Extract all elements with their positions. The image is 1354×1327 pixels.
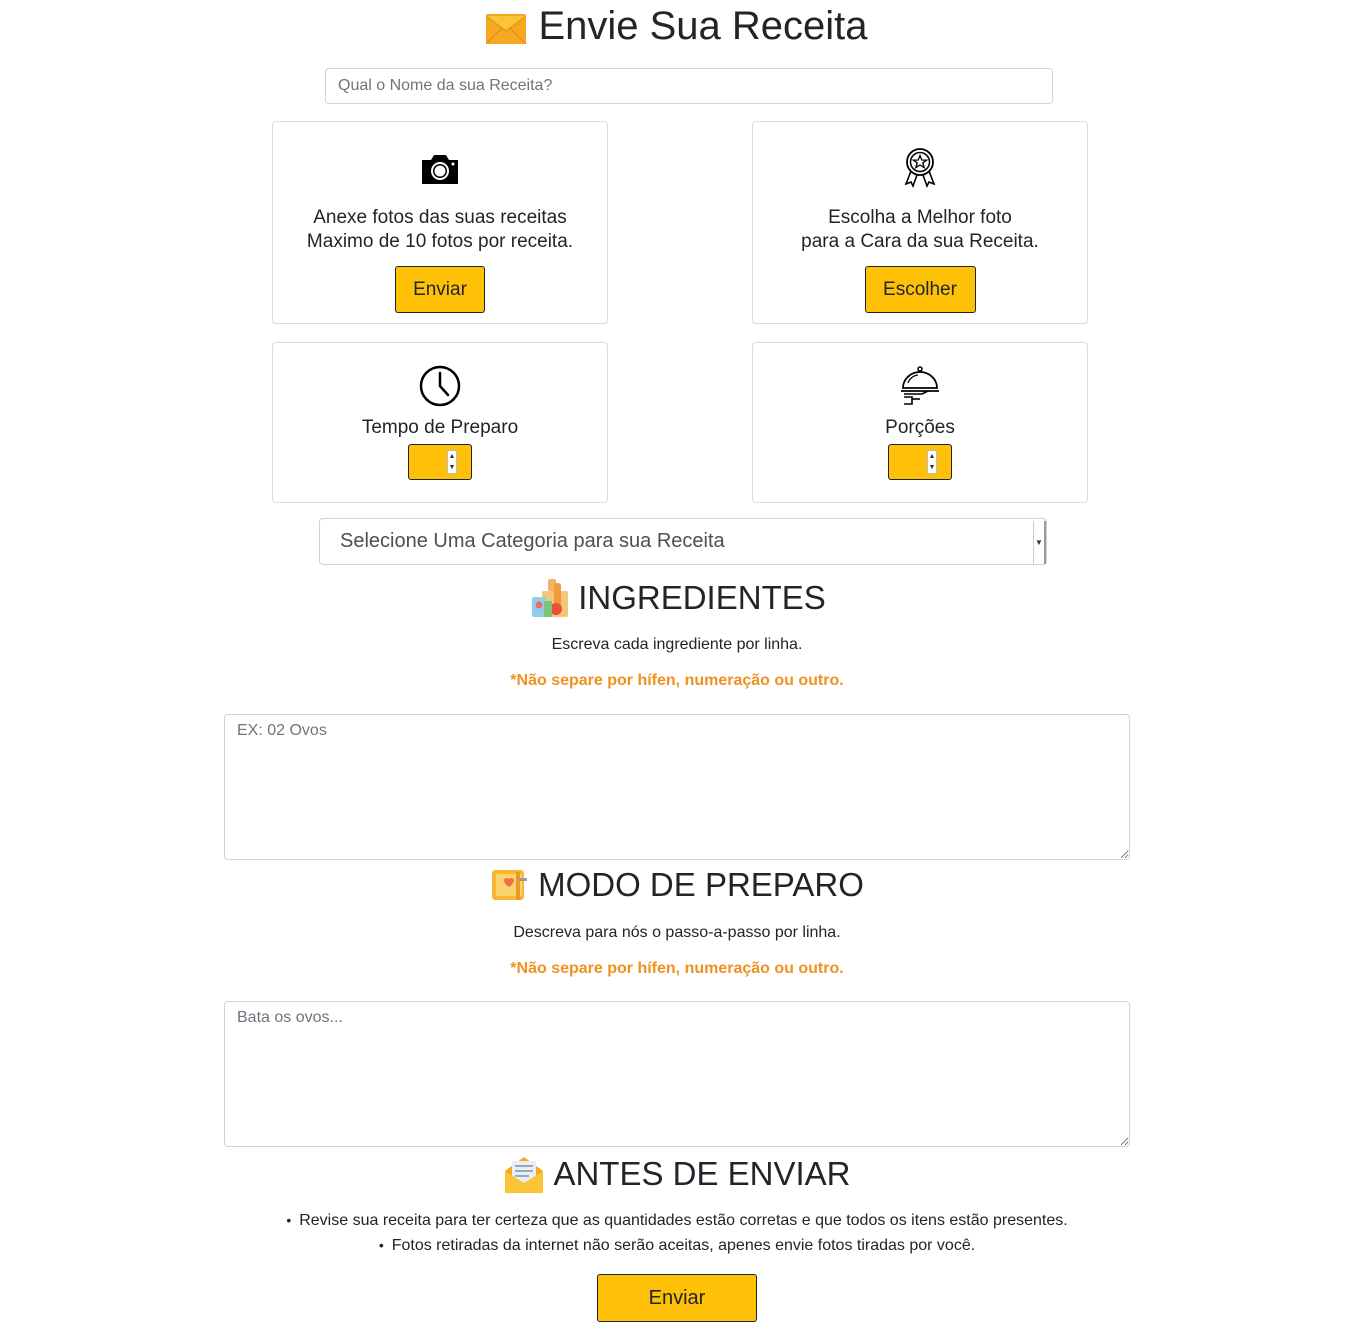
before-send-heading: ANTES DE ENVIAR xyxy=(553,1155,851,1192)
tip-item: Fotos retiradas da internet não serão ac… xyxy=(0,1233,1354,1258)
before-send-heading-row: ANTES DE ENVIAR xyxy=(0,1152,1354,1196)
prep-time-card: Tempo de Preparo ▲ ▼ xyxy=(272,342,608,503)
best-photo-card: Escolha a Melhor foto para a Cara da sua… xyxy=(752,121,1088,324)
stepper-arrows-icon[interactable]: ▲ ▼ xyxy=(447,450,457,474)
stepper-arrows-icon[interactable]: ▲ ▼ xyxy=(927,450,937,474)
prep-time-stepper[interactable]: ▲ ▼ xyxy=(408,444,472,480)
best-photo-text-line1: Escolha a Melhor foto xyxy=(828,207,1012,228)
ingredients-warning: *Não separe por hífen, numeração ou outr… xyxy=(510,672,844,689)
best-photo-text-line2: para a Cara da sua Receita. xyxy=(801,231,1039,252)
submit-button[interactable]: Enviar xyxy=(597,1274,757,1322)
page-title-row: Envie Sua Receita xyxy=(0,2,1354,50)
photos-text-line2: Maximo de 10 fotos por receita. xyxy=(306,231,574,252)
award-ribbon-icon xyxy=(904,148,936,189)
page-title: Envie Sua Receita xyxy=(538,3,868,48)
method-textarea[interactable] xyxy=(224,1001,1130,1147)
portions-label: Porções xyxy=(885,417,955,438)
ingredients-instruction: Escreva cada ingrediente por linha. xyxy=(551,636,803,653)
ingredients-heading: INGREDIENTES xyxy=(578,579,826,616)
recipe-book-icon xyxy=(492,870,528,900)
photos-card: Anexe fotos das suas receitas Maximo de … xyxy=(272,121,608,324)
portions-stepper[interactable]: ▲ ▼ xyxy=(888,444,952,480)
camera-icon xyxy=(422,155,458,184)
envelope-icon xyxy=(486,14,527,44)
method-heading: MODO DE PREPARO xyxy=(538,866,864,903)
portions-card: Porções ▲ ▼ xyxy=(752,342,1088,503)
method-instruction: Descreva para nós o passo-a-passo por li… xyxy=(513,924,841,941)
category-selected-text: Selecione Uma Categoria para sua Receita xyxy=(340,530,725,552)
method-warning: *Não separe por hífen, numeração ou outr… xyxy=(510,960,844,977)
photos-text-line1: Anexe fotos das suas receitas xyxy=(313,207,567,228)
method-heading-row: MODO DE PREPARO xyxy=(0,864,1354,906)
open-envelope-icon xyxy=(505,1157,544,1193)
choose-photo-button[interactable]: Escolher xyxy=(864,266,976,313)
tip-item: Revise sua receita para ter certeza que … xyxy=(0,1208,1354,1233)
recipe-name-input[interactable] xyxy=(325,68,1053,104)
before-send-tips: Revise sua receita para ter certeza que … xyxy=(0,1208,1354,1258)
serving-dish-icon xyxy=(901,366,939,405)
groceries-icon xyxy=(532,579,569,617)
category-select[interactable]: Selecione Uma Categoria para sua Receita… xyxy=(319,518,1047,565)
clock-icon xyxy=(419,365,461,407)
upload-photos-button[interactable]: Enviar xyxy=(395,266,485,313)
ingredients-heading-row: INGREDIENTES xyxy=(0,576,1354,620)
chevron-down-icon[interactable]: ▼ xyxy=(1033,521,1046,564)
ingredients-textarea[interactable] xyxy=(224,714,1130,860)
prep-time-label: Tempo de Preparo xyxy=(361,417,519,438)
